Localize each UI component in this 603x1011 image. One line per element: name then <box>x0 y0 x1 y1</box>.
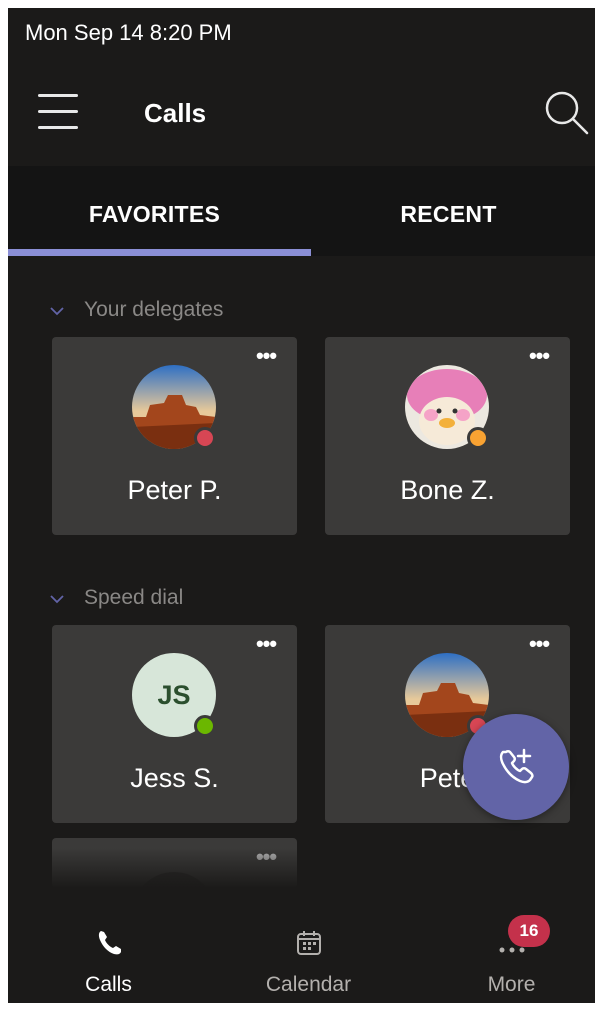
add-call-button[interactable] <box>463 714 569 820</box>
section-header-delegates[interactable]: Your delegates <box>50 298 223 322</box>
tab-selected-indicator <box>8 249 311 256</box>
scroll-fade <box>8 848 595 888</box>
phone-icon <box>98 931 121 955</box>
chevron-down-icon <box>50 586 70 610</box>
chevron-down-icon <box>50 298 70 322</box>
more-options-icon[interactable]: ••• <box>251 345 281 371</box>
presence-busy-icon <box>194 427 216 449</box>
presence-away-icon <box>467 427 489 449</box>
hamburger-menu-icon[interactable] <box>36 92 80 132</box>
more-options-icon[interactable]: ••• <box>524 345 554 371</box>
app-bar: Calls <box>8 60 595 166</box>
nav-calls[interactable]: Calls <box>11 888 206 1003</box>
bottom-navigation: Calls Calendar More 16 <box>8 888 595 1003</box>
contact-card[interactable]: ••• JS Jess S. <box>52 625 297 823</box>
presence-available-icon <box>194 715 216 737</box>
nav-label: Calls <box>85 973 132 996</box>
section-header-speed-dial[interactable]: Speed dial <box>50 586 183 610</box>
nav-label: Calendar <box>265 973 352 996</box>
tab-bar: FAVORITES RECENT <box>8 166 595 256</box>
tab-favorites[interactable]: FAVORITES <box>8 166 301 256</box>
contact-card[interactable]: ••• Peter P. <box>52 337 297 535</box>
contact-name: Peter P. <box>127 475 222 505</box>
contact-name: Bone Z. <box>400 475 495 505</box>
search-icon[interactable] <box>542 88 590 136</box>
nav-more[interactable]: More <box>414 888 595 1003</box>
nav-label: More <box>487 973 536 996</box>
status-datetime: Mon Sep 14 8:20 PM <box>25 20 232 45</box>
phone-screen: Mon Sep 14 8:20 PM Calls FAVORITES RECEN… <box>8 8 595 1003</box>
contact-name: Jess S. <box>130 763 219 793</box>
add-call-icon <box>499 748 534 784</box>
status-bar: Mon Sep 14 8:20 PM <box>8 8 595 60</box>
section-label: Your delegates <box>84 298 224 321</box>
more-options-icon[interactable]: ••• <box>524 633 554 659</box>
page-title: Calls <box>144 98 207 128</box>
nav-calendar[interactable]: Calendar <box>211 888 406 1003</box>
contact-card[interactable]: ••• Bone Z. <box>325 337 570 535</box>
section-label: Speed dial <box>84 586 184 609</box>
notification-badge: 16 <box>508 915 550 947</box>
calendar-icon <box>296 931 321 955</box>
more-options-icon[interactable]: ••• <box>251 633 281 659</box>
tab-recent[interactable]: RECENT <box>302 166 595 256</box>
